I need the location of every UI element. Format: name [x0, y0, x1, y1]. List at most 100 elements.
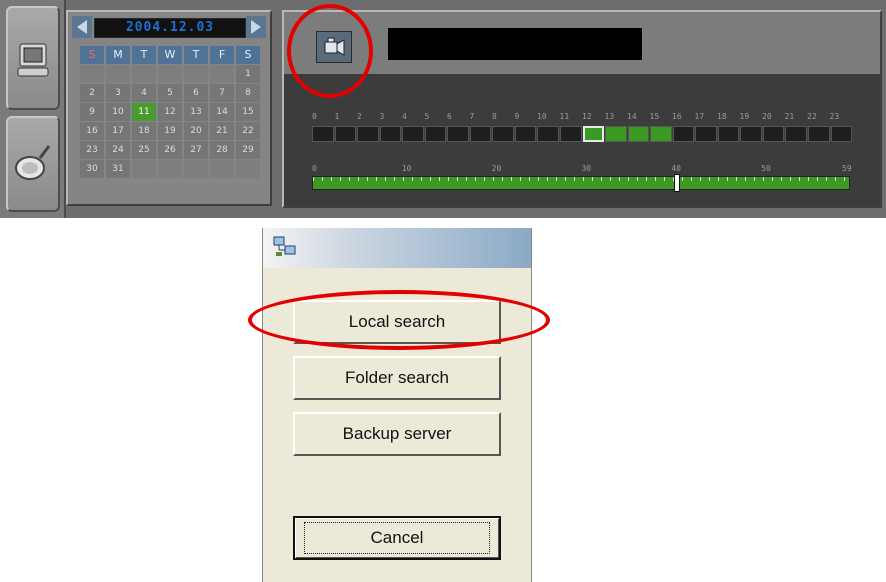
hour-cell[interactable] [650, 126, 672, 142]
calendar-day[interactable]: 22 [236, 122, 260, 140]
dialog-title-bar [263, 228, 531, 268]
magnifier-icon [15, 145, 51, 180]
hour-cell[interactable] [672, 126, 695, 142]
minute-cursor[interactable] [673, 174, 680, 192]
hour-cell[interactable] [312, 126, 334, 142]
highlight-circle-camera-button [287, 4, 373, 98]
minute-labels: 0 10 20 30 40 50 59 [312, 164, 852, 174]
weekday-header: T [184, 46, 208, 64]
calendar-day[interactable]: 7 [210, 84, 234, 102]
hour-cell[interactable] [357, 126, 379, 142]
calendar-day[interactable]: 20 [184, 122, 208, 140]
hour-cell[interactable] [492, 126, 514, 142]
hour-cell[interactable] [785, 126, 808, 142]
calendar: 2004.12.03 S M T W T F S 1 2 3 4 5 6 7 8 9 10 11 12 13 14 15 1… [66, 10, 272, 206]
calendar-day[interactable]: 8 [236, 84, 260, 102]
left-tool-strip [0, 0, 66, 218]
hour-label: 13 [604, 112, 615, 121]
hour-bar[interactable] [312, 126, 853, 142]
hour-cell[interactable] [537, 126, 560, 142]
minute-label: 40 [671, 164, 681, 173]
hour-cell[interactable] [514, 126, 537, 142]
weekday-header: F [210, 46, 234, 64]
calendar-day[interactable]: 12 [158, 103, 182, 121]
calendar-day[interactable]: 9 [80, 103, 104, 121]
hour-cell[interactable] [582, 126, 605, 142]
calendar-empty-cell [158, 160, 182, 178]
hour-cell[interactable] [605, 126, 627, 142]
calendar-day[interactable]: 26 [158, 141, 182, 159]
calendar-day[interactable]: 5 [158, 84, 182, 102]
calendar-day[interactable]: 15 [236, 103, 260, 121]
hour-cell[interactable] [717, 126, 740, 142]
highlight-circle-local-search [248, 290, 550, 350]
hour-cell[interactable] [402, 126, 424, 142]
calendar-day[interactable]: 18 [132, 122, 156, 140]
hour-cell[interactable] [424, 126, 447, 142]
hour-cell[interactable] [447, 126, 469, 142]
search-dialog: Local search Folder search Backup server… [262, 228, 532, 582]
calendar-empty-cell [184, 160, 208, 178]
timeline-area: 0 1 2 3 4 5 6 7 8 9 10 11 12 13 14 15 16 17 18 19 20 21 22 23 0… [284, 74, 880, 206]
hour-cell[interactable] [762, 126, 785, 142]
calendar-day[interactable]: 2 [80, 84, 104, 102]
calendar-day[interactable]: 11 [132, 103, 156, 121]
hour-cell[interactable] [695, 126, 717, 142]
hour-label: 8 [492, 112, 497, 121]
calendar-day[interactable]: 28 [210, 141, 234, 159]
calendar-day[interactable]: 14 [210, 103, 234, 121]
month-label: 2004.12.03 [125, 20, 215, 35]
calendar-day[interactable]: 17 [106, 122, 130, 140]
hour-cell[interactable] [830, 126, 853, 142]
calendar-day[interactable]: 23 [80, 141, 104, 159]
calendar-day[interactable]: 19 [158, 122, 182, 140]
hour-label: 21 [784, 112, 795, 121]
calendar-day[interactable]: 16 [80, 122, 104, 140]
calendar-day[interactable]: 1 [236, 65, 260, 83]
hour-label: 18 [717, 112, 727, 121]
hour-cell[interactable] [469, 126, 492, 142]
minute-label: 0 [312, 164, 317, 173]
hour-cell[interactable] [379, 126, 402, 142]
cancel-label: Cancel [303, 522, 491, 554]
calendar-day[interactable]: 31 [106, 160, 130, 178]
hour-label: 16 [672, 112, 682, 121]
hour-cell[interactable] [627, 126, 650, 142]
hour-cell[interactable] [560, 126, 582, 142]
calendar-day[interactable]: 24 [106, 141, 130, 159]
display-mode-button[interactable] [6, 6, 60, 110]
minute-label: 59 [842, 164, 852, 173]
calendar-day[interactable]: 29 [236, 141, 260, 159]
weekday-header: T [132, 46, 156, 64]
calendar-empty-cell [80, 65, 104, 83]
hour-cell[interactable] [740, 126, 762, 142]
calendar-day[interactable]: 30 [80, 160, 104, 178]
minute-label: 20 [491, 164, 502, 173]
cancel-button[interactable]: Cancel [293, 516, 501, 560]
hour-cell[interactable] [808, 126, 830, 142]
calendar-day[interactable]: 21 [210, 122, 234, 140]
calendar-empty-cell [106, 65, 130, 83]
backup-server-button[interactable]: Backup server [293, 412, 501, 456]
minute-bar[interactable] [312, 174, 850, 192]
prev-month-arrow-icon[interactable] [72, 16, 92, 38]
calendar-day[interactable]: 10 [106, 103, 130, 121]
hour-label: 5 [424, 112, 430, 121]
minute-ticks [313, 177, 849, 181]
monitor-icon [17, 43, 49, 77]
calendar-day[interactable]: 6 [184, 84, 208, 102]
minute-label: 30 [581, 164, 592, 173]
calendar-day[interactable]: 13 [184, 103, 208, 121]
calendar-day[interactable]: 3 [106, 84, 130, 102]
calendar-day[interactable]: 4 [132, 84, 156, 102]
folder-search-button[interactable]: Folder search [293, 356, 501, 400]
search-mode-button[interactable] [6, 116, 60, 212]
hour-label: 9 [514, 112, 520, 121]
calendar-day[interactable]: 27 [184, 141, 208, 159]
network-computers-icon [273, 236, 296, 256]
calendar-empty-cell [158, 65, 182, 83]
weekday-header: S [80, 46, 104, 64]
hour-cell[interactable] [334, 126, 357, 142]
next-month-arrow-icon[interactable] [246, 16, 266, 38]
calendar-day[interactable]: 25 [132, 141, 156, 159]
